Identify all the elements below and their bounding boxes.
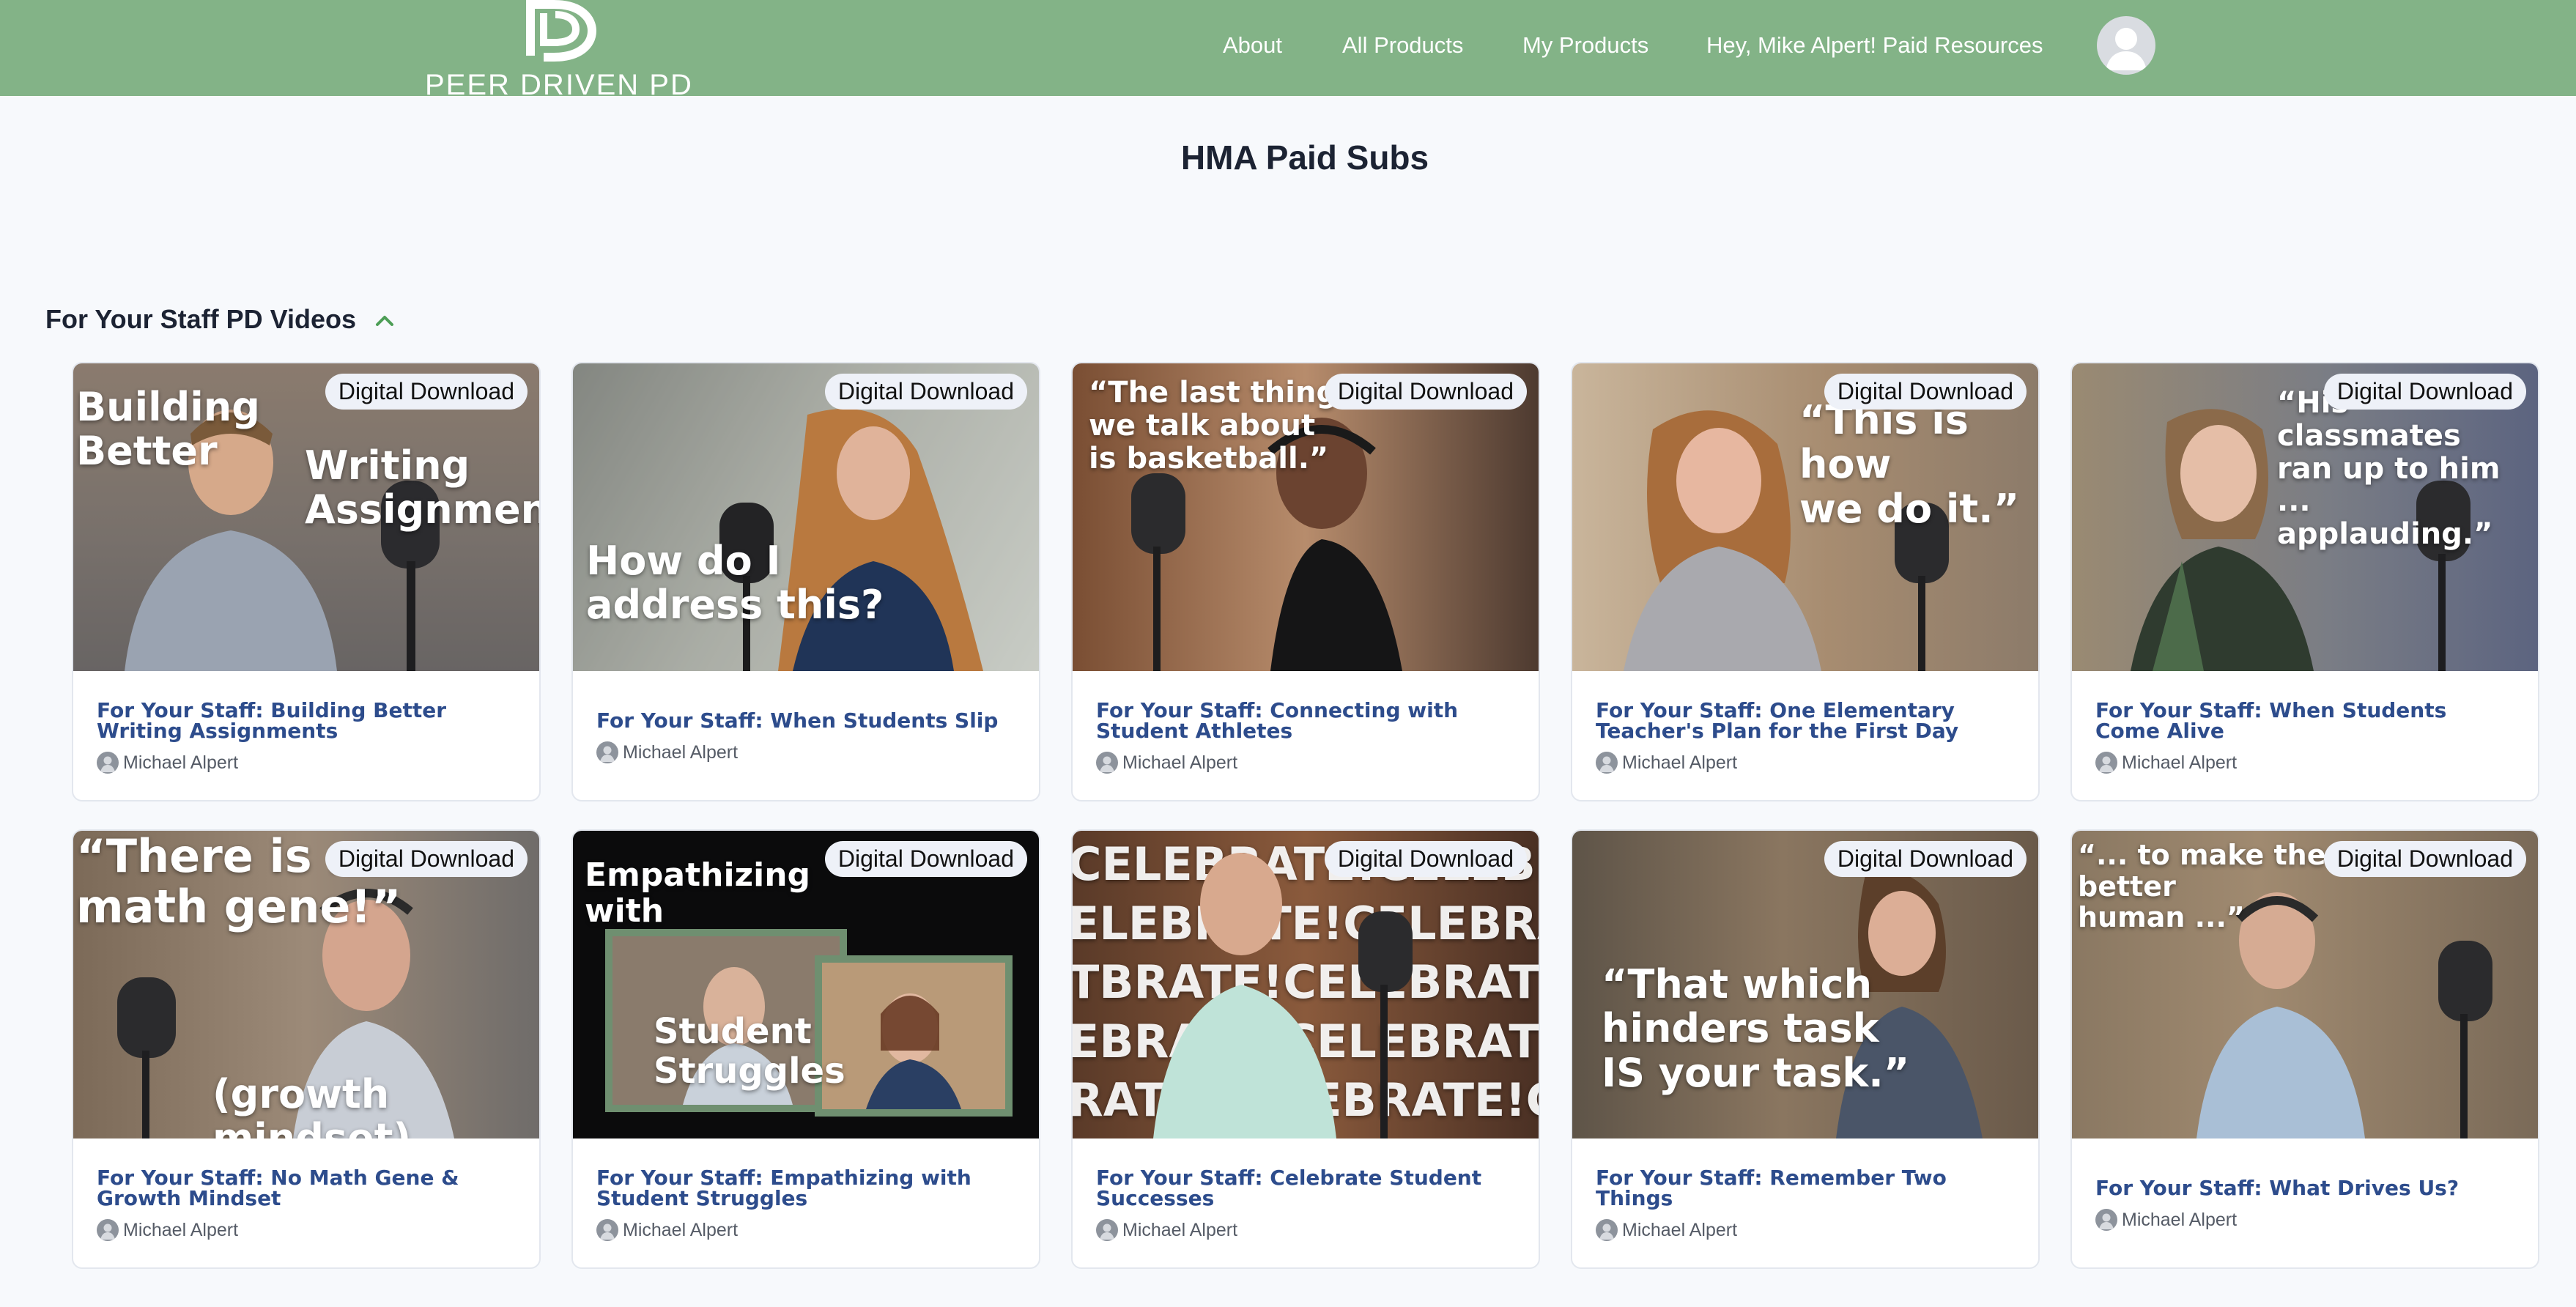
thumbnail-caption: “That which hinders task IS your task.” — [1602, 961, 1910, 1096]
digital-download-badge: Digital Download — [1324, 841, 1527, 877]
product-author: Michael Alpert — [1096, 752, 1515, 774]
product-title[interactable]: For Your Staff: One Elementary Teacher's… — [1596, 700, 2015, 741]
digital-download-badge: Digital Download — [2323, 841, 2526, 877]
user-avatar-icon — [2106, 28, 2147, 70]
product-author: Michael Alpert — [2095, 1209, 2514, 1231]
author-name: Michael Alpert — [623, 741, 739, 763]
author-avatar-icon — [1596, 1219, 1618, 1241]
product-title[interactable]: For Your Staff: Remember Two Things — [1596, 1168, 2015, 1209]
thumbnail-caption: How do I address this? — [586, 538, 884, 629]
top-navigation-bar: PEER DRIVEN PD About All Products My Pro… — [0, 0, 2576, 101]
thumbnail-scene — [1153, 853, 1413, 1138]
product-thumbnail[interactable]: “His classmates ran up to him ... applau… — [2072, 363, 2538, 671]
author-name: Michael Alpert — [1622, 752, 1738, 773]
product-title[interactable]: For Your Staff: Celebrate Student Succes… — [1096, 1168, 1515, 1209]
author-name: Michael Alpert — [2122, 752, 2238, 773]
digital-download-badge: Digital Download — [1824, 374, 2027, 410]
product-title[interactable]: For Your Staff: Connecting with Student … — [1096, 700, 1515, 741]
thumbnail-caption: Building Better — [76, 384, 260, 475]
product-thumbnail[interactable]: Empathizing with Student Struggles Digit… — [573, 831, 1039, 1138]
product-card[interactable]: CELEBRATE!CELEBRATE! ELEBRATE!CELEBRATE!… — [1071, 829, 1540, 1269]
product-author: Michael Alpert — [1596, 1219, 2015, 1241]
author-avatar-icon — [97, 752, 119, 774]
product-thumbnail[interactable]: How do I address this? Digital Download — [573, 363, 1039, 671]
author-name: Michael Alpert — [123, 1219, 239, 1240]
product-thumbnail[interactable]: “The last thing we talk about is basketb… — [1073, 363, 1539, 671]
digital-download-badge: Digital Download — [824, 841, 1027, 877]
thumbnail-caption: “... to make them better human ...” — [2078, 839, 2355, 934]
author-avatar-icon — [1096, 752, 1118, 774]
author-avatar-icon — [1596, 752, 1618, 774]
thumbnail-caption: Writing Assignments — [305, 443, 539, 533]
digital-download-badge: Digital Download — [325, 841, 528, 877]
product-thumbnail[interactable]: “That which hinders task IS your task.” … — [1572, 831, 2038, 1138]
product-title[interactable]: For Your Staff: When Students Come Alive — [2095, 700, 2514, 741]
digital-download-badge: Digital Download — [824, 374, 1027, 410]
digital-download-badge: Digital Download — [1324, 374, 1527, 410]
product-title[interactable]: For Your Staff: When Students Slip — [596, 711, 1015, 731]
product-card[interactable]: “That which hinders task IS your task.” … — [1571, 829, 2040, 1269]
author-avatar-icon — [1096, 1219, 1118, 1241]
product-thumbnail[interactable]: Building Better Writing Assignments Digi… — [73, 363, 539, 671]
product-author: Michael Alpert — [1596, 752, 2015, 774]
nav-paid-resources[interactable]: Hey, Mike Alpert! Paid Resources — [1706, 32, 2043, 59]
user-avatar[interactable] — [2097, 16, 2155, 75]
product-author: Michael Alpert — [97, 1219, 516, 1241]
digital-download-badge: Digital Download — [2323, 374, 2526, 410]
product-author: Michael Alpert — [596, 741, 1015, 763]
author-avatar-icon — [596, 1219, 618, 1241]
thumbnail-caption: “This is how we do it.” — [1799, 397, 2020, 532]
main-nav: About All Products My Products Hey, Mike… — [0, 0, 2576, 96]
thumbnail-caption: Empathizing with — [585, 856, 811, 930]
product-thumbnail[interactable]: “There is no math gene!” (growth mindset… — [73, 831, 539, 1138]
product-thumbnail[interactable]: CELEBRATE!CELEBRATE! ELEBRATE!CELEBRATE!… — [1073, 831, 1539, 1138]
product-card[interactable]: Building Better Writing Assignments Digi… — [72, 362, 541, 801]
thumbnail-caption: (growth mindset) — [212, 1071, 412, 1138]
digital-download-badge: Digital Download — [1824, 841, 2027, 877]
product-author: Michael Alpert — [1096, 1219, 1515, 1241]
product-card[interactable]: How do I address this? Digital Download … — [571, 362, 1040, 801]
author-avatar-icon — [97, 1219, 119, 1241]
product-card[interactable]: “This is how we do it.” Digital Download… — [1571, 362, 2040, 801]
product-title[interactable]: For Your Staff: No Math Gene & Growth Mi… — [97, 1168, 516, 1209]
author-name: Michael Alpert — [1122, 1219, 1238, 1240]
nav-about[interactable]: About — [1223, 32, 1282, 59]
product-author: Michael Alpert — [596, 1219, 1015, 1241]
author-name: Michael Alpert — [623, 1219, 739, 1240]
section-title: For Your Staff PD Videos — [45, 304, 357, 334]
product-author: Michael Alpert — [2095, 752, 2514, 774]
author-avatar-icon — [2095, 752, 2117, 774]
thumbnail-caption: Student Struggles — [654, 1011, 845, 1092]
product-card[interactable]: “There is no math gene!” (growth mindset… — [72, 829, 541, 1269]
digital-download-badge: Digital Download — [325, 374, 528, 410]
product-author: Michael Alpert — [97, 752, 516, 774]
page-title: HMA Paid Subs — [1180, 138, 1429, 177]
thumbnail-caption: “His classmates ran up to him ... applau… — [2277, 386, 2501, 552]
product-card[interactable]: “... to make them better human ...” Digi… — [2070, 829, 2539, 1269]
author-avatar-icon — [2095, 1209, 2117, 1231]
author-avatar-icon — [596, 741, 618, 763]
nav-my-products[interactable]: My Products — [1522, 32, 1648, 59]
product-thumbnail[interactable]: “This is how we do it.” Digital Download — [1572, 363, 2038, 671]
product-grid: Building Better Writing Assignments Digi… — [72, 362, 2539, 1269]
product-card[interactable]: Empathizing with Student Struggles Digit… — [571, 829, 1040, 1269]
author-name: Michael Alpert — [1122, 752, 1238, 773]
product-title[interactable]: For Your Staff: What Drives Us? — [2095, 1178, 2514, 1199]
product-title[interactable]: For Your Staff: Building Better Writing … — [97, 700, 516, 741]
product-title[interactable]: For Your Staff: Empathizing with Student… — [596, 1168, 1015, 1209]
product-card[interactable]: “His classmates ran up to him ... applau… — [2070, 362, 2539, 801]
chevron-up-icon[interactable] — [375, 314, 394, 327]
nav-all-products[interactable]: All Products — [1342, 32, 1463, 59]
thumbnail-caption: “The last thing we talk about is basketb… — [1089, 376, 1338, 475]
author-name: Michael Alpert — [2122, 1209, 2238, 1230]
product-card[interactable]: “The last thing we talk about is basketb… — [1071, 362, 1540, 801]
product-thumbnail[interactable]: “... to make them better human ...” Digi… — [2072, 831, 2538, 1138]
author-name: Michael Alpert — [1622, 1219, 1738, 1240]
author-name: Michael Alpert — [123, 752, 239, 773]
section-header-staff-pd[interactable]: For Your Staff PD Videos — [45, 302, 394, 337]
